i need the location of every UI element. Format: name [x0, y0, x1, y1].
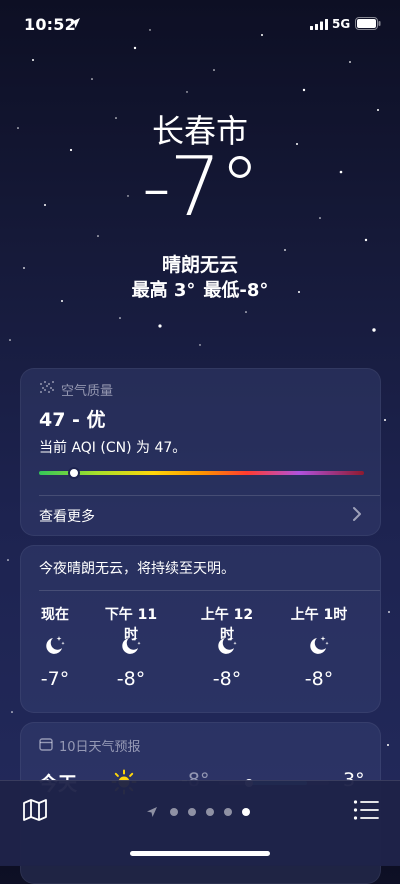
- hourly-list[interactable]: 现在 -7° 下午 11时 -8° 上午 12时 -8° 上午 1时 -8°: [21, 604, 380, 704]
- hour-item: 上午 12时 -8°: [197, 604, 257, 690]
- page-dot[interactable]: [188, 808, 196, 816]
- air-quality-title: 空气质量: [61, 384, 114, 399]
- page-dot-active[interactable]: [242, 808, 250, 816]
- page-dot[interactable]: [170, 808, 178, 816]
- low-temp: 最低-8°: [203, 280, 269, 301]
- map-icon[interactable]: [22, 797, 48, 823]
- air-quality-icon: [40, 381, 54, 393]
- hour-temp: -7°: [40, 668, 70, 690]
- status-bar: 10:52 5G: [0, 0, 400, 50]
- aqi-value: 47 - 优: [39, 409, 106, 431]
- see-more-link[interactable]: 查看更多: [39, 506, 95, 526]
- hour-time: 上午 1时: [290, 607, 348, 623]
- hourly-forecast-card[interactable]: 今夜晴朗无云，将持续至天明。 现在 -7° 下午 11时 -8° 上午 12时: [20, 545, 381, 713]
- calendar-icon: [39, 738, 53, 751]
- page-dot[interactable]: [206, 808, 214, 816]
- location-arrow-icon: [70, 18, 80, 28]
- aqi-scale-bar: [39, 471, 364, 475]
- hour-item: 下午 11时 -8°: [101, 604, 161, 690]
- hourly-summary: 今夜晴朗无云，将持续至天明。: [39, 561, 235, 577]
- card-divider: [39, 590, 380, 591]
- location-arrow-icon[interactable]: [146, 806, 158, 818]
- chevron-right-icon: [353, 507, 361, 521]
- page-dot[interactable]: [224, 808, 232, 816]
- current-temperature: -7°: [141, 140, 261, 235]
- hour-time: 下午 11时: [104, 607, 158, 643]
- list-icon[interactable]: [353, 799, 379, 821]
- hour-item: 上午 1时 -8°: [289, 604, 349, 690]
- high-temp: 最高 3°: [131, 280, 196, 301]
- hour-temp: -8°: [116, 668, 146, 690]
- hour-temp: -8°: [212, 668, 242, 690]
- card-divider: [39, 495, 380, 496]
- hour-temp: -8°: [304, 668, 334, 690]
- hour-time: 现在: [41, 607, 69, 623]
- hour-item: 现在 -7°: [25, 604, 85, 690]
- aqi-indicator: [67, 467, 80, 479]
- hour-time: 上午 12时: [200, 607, 254, 643]
- aqi-description: 当前 AQI (CN) 为 47。: [39, 440, 187, 456]
- air-quality-card[interactable]: 空气质量 47 - 优 当前 AQI (CN) 为 47。 查看更多: [20, 368, 381, 536]
- cellular-signal-icon: [310, 19, 328, 30]
- moon-stars-icon: [46, 636, 65, 654]
- condition-text: 晴朗无云: [161, 254, 238, 276]
- ten-day-title: 10日天气预报: [59, 740, 141, 755]
- home-indicator: [130, 851, 270, 856]
- moon-stars-icon: [310, 636, 329, 654]
- network-type: 5G: [332, 17, 351, 31]
- battery-icon: [355, 17, 381, 30]
- high-low-temps: 最高 3° 最低-8°: [0, 276, 400, 302]
